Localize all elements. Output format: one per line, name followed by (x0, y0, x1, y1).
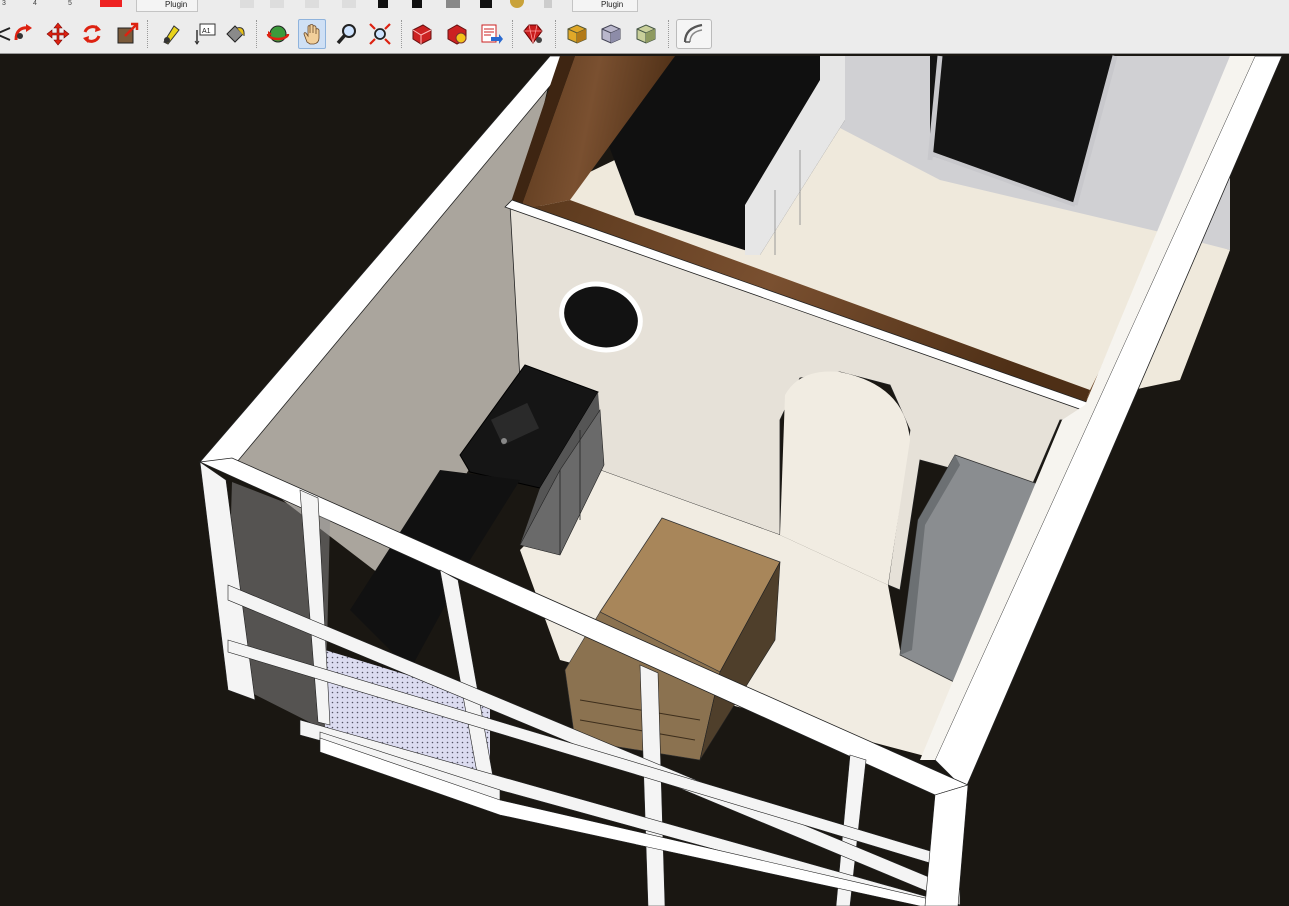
rotate-icon[interactable] (78, 19, 106, 49)
3d-warehouse-icon[interactable] (408, 19, 436, 49)
plugin-label: Plugin (165, 0, 188, 9)
mouse-icon[interactable] (544, 0, 552, 8)
tab-number: 3 (2, 0, 6, 7)
toolbar-separator (668, 20, 670, 48)
3d-viewport[interactable] (0, 54, 1289, 906)
page-icon[interactable] (240, 0, 254, 8)
monochrome-box-icon[interactable] (632, 19, 660, 49)
dark-arrow-icon[interactable] (378, 0, 388, 8)
orbit-icon[interactable] (264, 19, 292, 49)
section-plane-icon[interactable] (676, 19, 712, 49)
zoom-extents-icon[interactable] (366, 19, 394, 49)
page-icon[interactable] (305, 0, 319, 8)
xray-box-icon[interactable] (597, 19, 625, 49)
tape-measure-icon[interactable] (156, 19, 184, 49)
shaded-box-icon[interactable] (563, 19, 591, 49)
dark-arrow-icon[interactable] (480, 0, 492, 8)
move-icon[interactable] (44, 19, 72, 49)
main-toolbar: 3 4 5 Plugin Plugin A1 (0, 0, 1289, 54)
gold-circle-icon[interactable] (510, 0, 524, 8)
paint-bucket-icon[interactable] (221, 19, 249, 49)
pan-hand-icon[interactable] (298, 19, 326, 49)
tab-number: 4 (33, 0, 37, 7)
extension-warehouse-icon[interactable] (443, 19, 471, 49)
text-icon[interactable]: A1 (191, 19, 219, 49)
toolbar-separator (256, 20, 258, 48)
plugin-button-1[interactable]: Plugin (136, 0, 198, 12)
toolbar-separator (147, 20, 149, 48)
ruby-gem-icon[interactable] (519, 19, 547, 49)
toolbar-separator (555, 20, 557, 48)
grey-shape-icon[interactable] (446, 0, 460, 8)
follow-me-icon[interactable] (10, 19, 38, 49)
toolbar-top-strip: 3 4 5 Plugin Plugin (0, 0, 1289, 13)
toolbar-separator (401, 20, 403, 48)
plugin-button-2[interactable]: Plugin (572, 0, 638, 12)
page-icon[interactable] (342, 0, 356, 8)
scale-icon[interactable] (113, 19, 141, 49)
tab-number: 5 (68, 0, 72, 7)
red-frame-icon[interactable] (100, 0, 122, 7)
zoom-icon[interactable] (333, 19, 361, 49)
dark-arrow-icon[interactable] (412, 0, 422, 8)
text-tool-label: A1 (202, 28, 211, 35)
page-icon[interactable] (270, 0, 284, 8)
room-model (0, 54, 1289, 906)
sink-drain (501, 438, 507, 444)
toolbar-separator (512, 20, 514, 48)
plugin-label: Plugin (601, 0, 624, 9)
share-model-icon[interactable] (477, 19, 505, 49)
